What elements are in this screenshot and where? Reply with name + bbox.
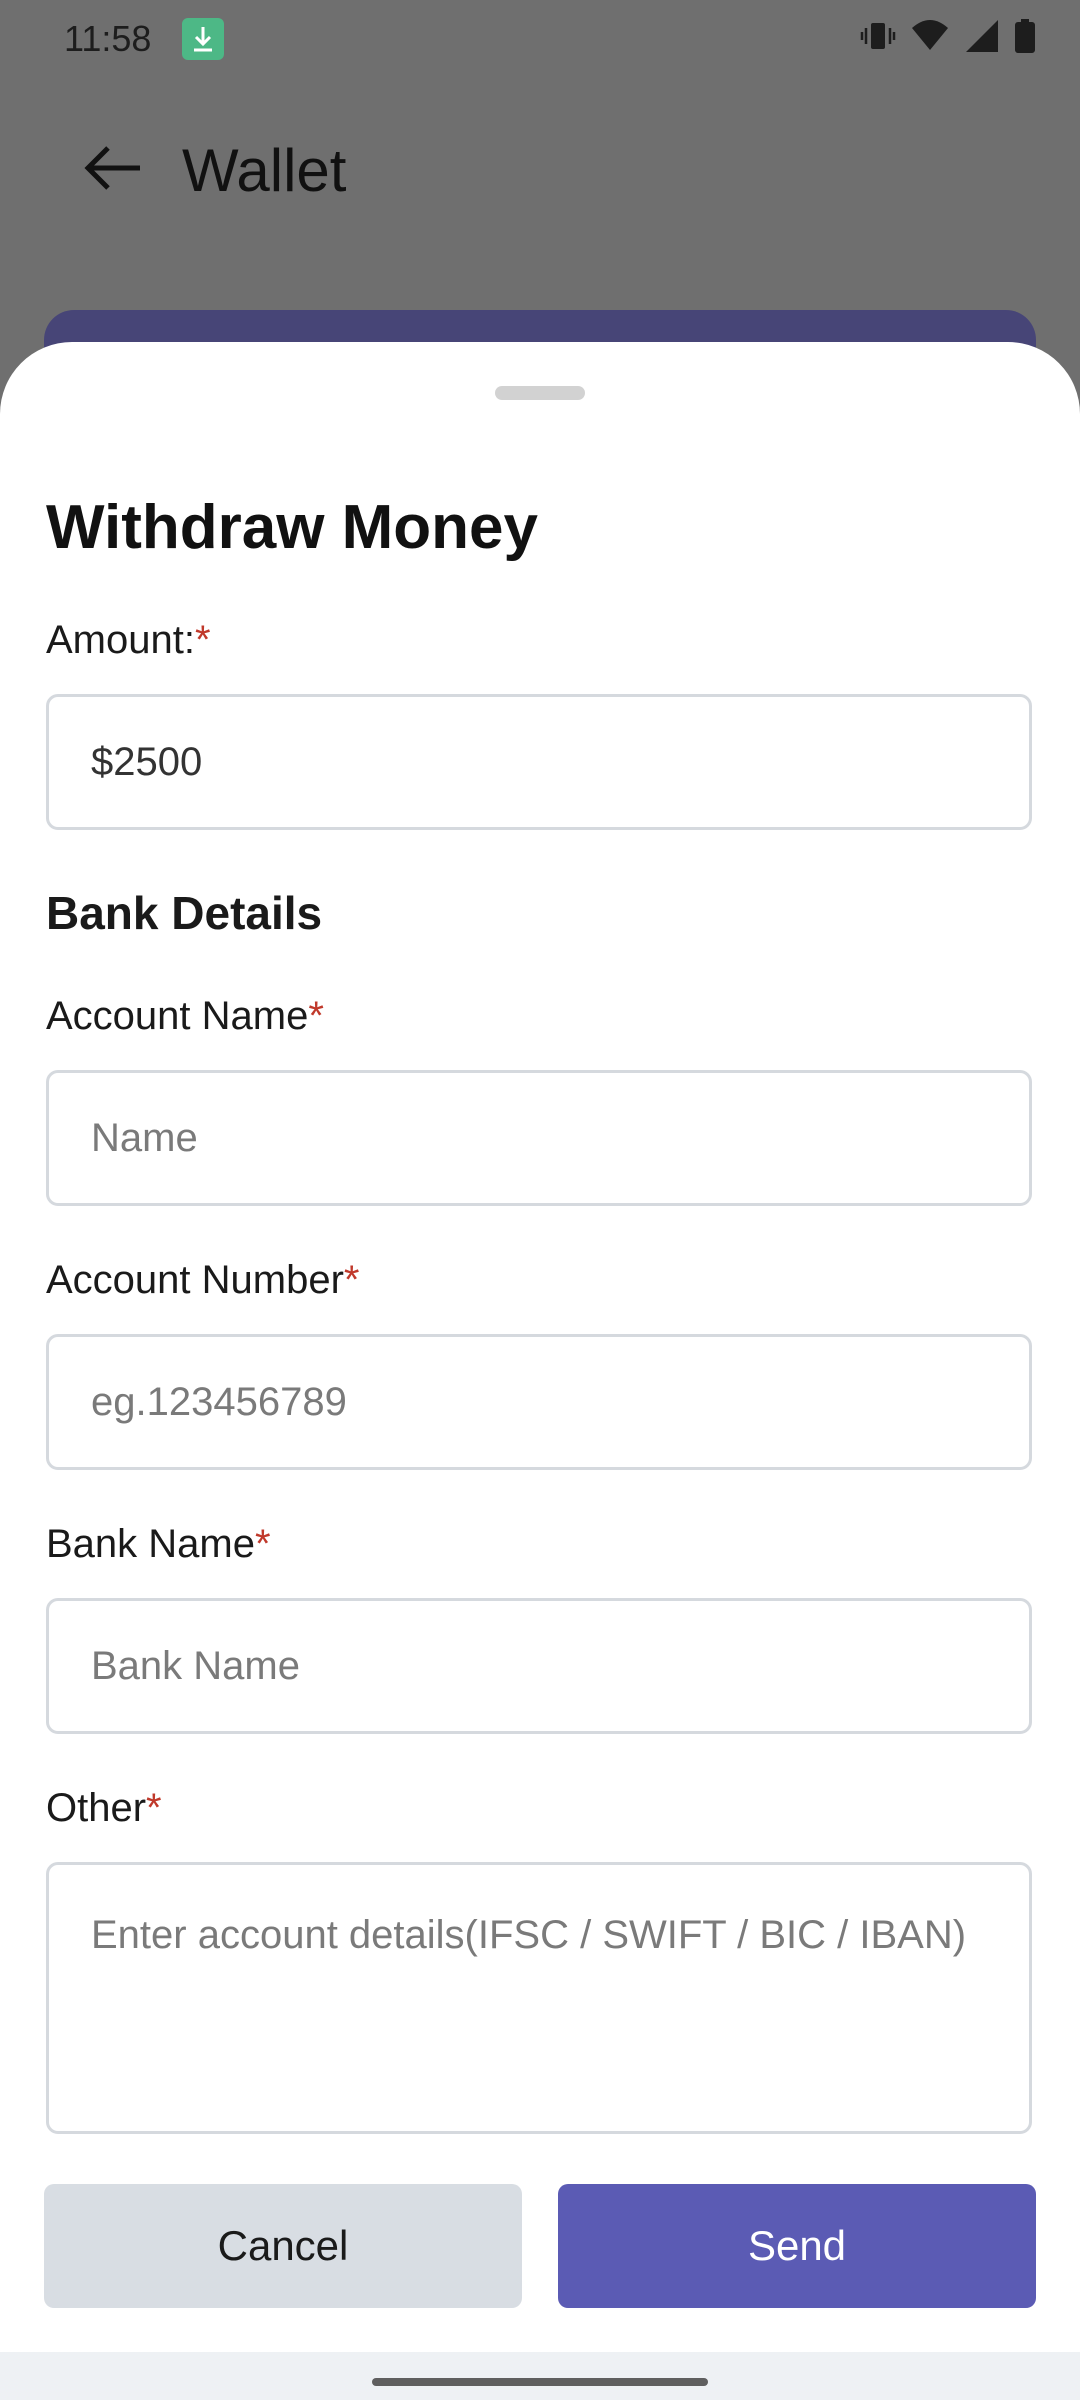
- account-name-label: Account Name*: [46, 994, 324, 1039]
- sheet-title: Withdraw Money: [46, 493, 539, 562]
- amount-label-text: Amount:: [46, 618, 195, 662]
- cancel-button[interactable]: Cancel: [44, 2184, 522, 2308]
- account-number-label: Account Number*: [46, 1258, 360, 1303]
- page-title: Wallet: [182, 137, 347, 204]
- account-number-label-text: Account Number: [46, 1258, 344, 1302]
- account-name-label-text: Account Name: [46, 994, 309, 1038]
- status-bar: 11:58: [0, 0, 1080, 80]
- status-time: 11:58: [64, 18, 152, 59]
- bank-name-label: Bank Name*: [46, 1522, 271, 1567]
- arrow-left-icon[interactable]: [80, 140, 144, 201]
- home-gesture-handle[interactable]: [372, 2378, 708, 2386]
- account-number-input[interactable]: [46, 1334, 1032, 1470]
- required-marker: *: [308, 994, 324, 1038]
- other-label-text: Other: [46, 1786, 147, 1830]
- vibrate-icon: [860, 18, 896, 59]
- signal-icon: [964, 18, 1000, 59]
- sheet-drag-handle[interactable]: [495, 386, 585, 400]
- required-marker: *: [254, 1522, 271, 1566]
- download-notification-icon: [182, 18, 224, 60]
- other-label: Other*: [46, 1786, 162, 1831]
- gesture-nav-bar: [0, 2352, 1080, 2400]
- withdraw-bottom-sheet: Withdraw Money Amount:* Bank Details Acc…: [0, 342, 1080, 2400]
- amount-label: Amount:*: [46, 618, 211, 663]
- bank-name-input[interactable]: [46, 1598, 1032, 1734]
- bank-name-label-text: Bank Name: [46, 1522, 255, 1566]
- amount-input[interactable]: [46, 694, 1032, 830]
- other-details-textarea[interactable]: [46, 1862, 1032, 2134]
- required-marker: *: [343, 1258, 360, 1302]
- required-marker: *: [194, 618, 211, 662]
- status-icons: [860, 18, 1036, 59]
- wifi-icon: [910, 18, 950, 59]
- bank-details-heading: Bank Details: [46, 887, 323, 939]
- required-marker: *: [146, 1786, 162, 1830]
- account-name-input[interactable]: [46, 1070, 1032, 1206]
- battery-icon: [1014, 18, 1036, 59]
- app-bar: Wallet: [0, 80, 1080, 266]
- send-button[interactable]: Send: [558, 2184, 1036, 2308]
